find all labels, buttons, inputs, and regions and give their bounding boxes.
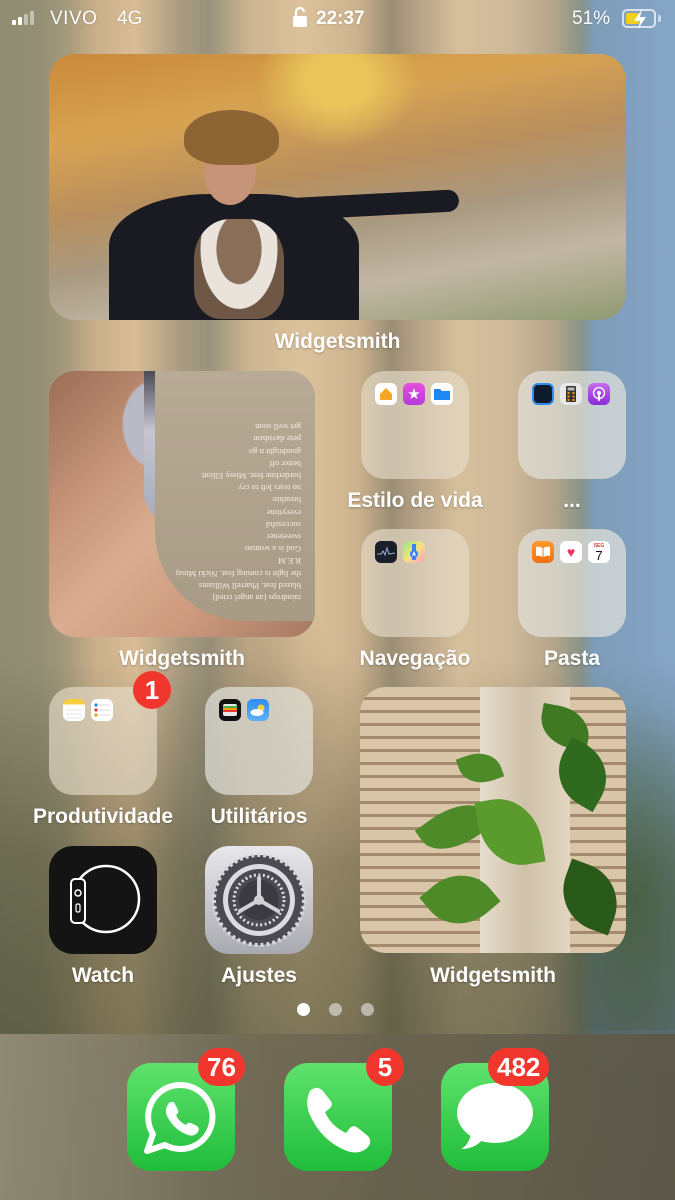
track-title: borderline feat. Missy Elliott (201, 471, 301, 482)
notification-badge: 76 (198, 1048, 245, 1086)
calendar-icon: SEG 7 (588, 541, 610, 563)
weather-icon (247, 699, 269, 721)
track-title: God is a woman (244, 544, 301, 555)
watch-icon (70, 864, 141, 934)
page-dot[interactable] (361, 1003, 374, 1016)
reminders-icon (91, 699, 113, 721)
battery-percentage: 51% (572, 8, 611, 29)
album-tracklist: raindrops (an angel cried) blazed feat. P… (81, 421, 301, 604)
calendar-date: 7 (595, 547, 603, 563)
podcasts-icon (588, 383, 610, 405)
calculator-icon (560, 383, 582, 405)
track-title: no tears left to cry (238, 483, 301, 494)
health-icon: ♥ (560, 541, 582, 563)
files-icon (431, 383, 453, 405)
widgetsmith-plant-widget[interactable] (360, 687, 626, 953)
notification-badge: 482 (488, 1048, 550, 1086)
widget-label: Widgetsmith (430, 964, 556, 987)
app-label: Ajustes (221, 964, 297, 987)
photo-deer-print (194, 219, 284, 319)
track-title: R.E.M (278, 556, 301, 567)
track-title: breathin (272, 495, 301, 506)
home-icon (375, 383, 397, 405)
track-title: successful (265, 519, 301, 530)
network-type: 4G (117, 8, 143, 29)
app-label: Watch (71, 964, 135, 987)
page-dot[interactable] (329, 1003, 342, 1016)
track-title: get well soon (255, 422, 301, 433)
track-title: pete davidson (253, 434, 302, 445)
folder-pasta[interactable]: ♥ SEG 7 (518, 529, 626, 637)
itunes-store-icon: ★ (403, 383, 425, 405)
stocks-icon (375, 541, 397, 563)
track-title: better off (269, 458, 301, 469)
notes-icon (63, 699, 85, 721)
signal-strength-icon (12, 11, 34, 25)
folder-untitled[interactable] (518, 371, 626, 479)
watch-face-icon (532, 383, 554, 405)
folder-label: Produtividade (32, 805, 174, 828)
notification-badge: 5 (366, 1048, 404, 1086)
widget-label: Widgetsmith (274, 330, 401, 353)
folder-label: Utilitários (210, 805, 308, 828)
widget-label: Widgetsmith (119, 647, 245, 670)
track-title: goodnight n go (248, 446, 301, 457)
books-icon (532, 541, 554, 563)
notification-badge: 1 (133, 671, 171, 709)
carrier-name: VIVO (50, 8, 98, 29)
folder-navegacao[interactable] (361, 529, 469, 637)
page-dot[interactable] (297, 1003, 310, 1016)
charging-bolt-icon (634, 9, 646, 29)
battery-cap (658, 15, 661, 22)
clock: 22:37 (316, 8, 365, 29)
widgetsmith-photo-widget[interactable] (49, 54, 626, 320)
folder-label: Navegação (359, 647, 471, 670)
status-bar: VIVO 4G 22:37 51% (0, 0, 675, 38)
photo-person-hat (184, 110, 279, 165)
folder-estilo-de-vida[interactable]: ★ (361, 371, 469, 479)
photo-person-arm (278, 189, 460, 221)
settings-icon (212, 853, 306, 947)
folder-label: Estilo de vida (347, 489, 483, 512)
track-title: blazed feat. Pharrell Williams (198, 580, 301, 591)
folder-label: ... (563, 489, 581, 512)
lock-icon (293, 6, 307, 27)
track-title: raindrops (an angel cried) (212, 593, 301, 604)
track-title: the light is coming feat. Nicki Minaj (175, 568, 301, 579)
maps-icon (403, 541, 425, 563)
folder-utilitarios[interactable] (205, 687, 313, 795)
watch-app-icon[interactable] (49, 846, 157, 954)
folder-label: Pasta (543, 647, 601, 670)
track-title: everytime (266, 507, 301, 518)
wallet-icon (219, 699, 241, 721)
track-title: sweetener (266, 532, 301, 543)
page-indicator[interactable] (297, 1003, 374, 1016)
settings-app-icon[interactable] (205, 846, 313, 954)
widgetsmith-album-widget[interactable]: raindrops (an angel cried) blazed feat. P… (49, 371, 315, 637)
